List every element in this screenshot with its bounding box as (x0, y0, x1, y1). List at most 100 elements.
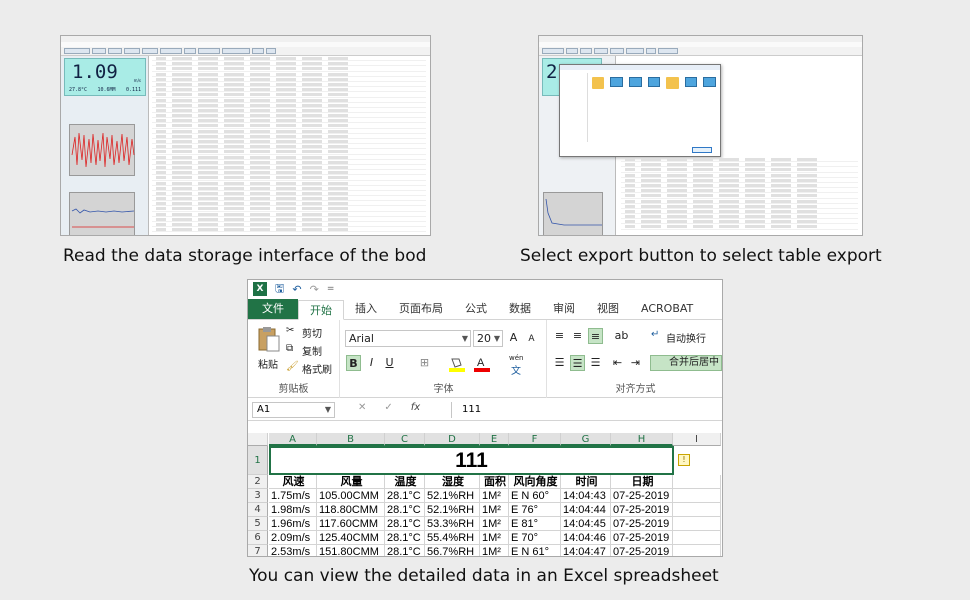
data-cell[interactable]: 1M² (480, 489, 509, 503)
wrap-text-icon[interactable]: ↵ (651, 329, 659, 340)
wrap-text-button[interactable]: 自动换行 (666, 330, 706, 345)
data-cell[interactable]: 14:04:46 (561, 531, 611, 545)
header-cell[interactable]: 风量 (317, 475, 385, 489)
computer-icon[interactable] (647, 77, 661, 87)
header-cell[interactable]: 面积 (480, 475, 509, 489)
data-cell[interactable]: 1.96m/s (269, 517, 317, 531)
name-box[interactable]: A1 ▼ (252, 402, 335, 418)
grow-font-button[interactable]: A (506, 330, 521, 346)
tab-formulas[interactable]: 公式 (454, 299, 498, 319)
cut-button[interactable]: 剪切 (302, 325, 322, 340)
folder-tree-item[interactable] (562, 108, 587, 113)
save-icon[interactable]: 🖫 (275, 280, 284, 299)
data-cell[interactable]: 14:04:44 (561, 503, 611, 517)
row-header[interactable]: 5 (248, 517, 268, 531)
data-cell[interactable]: 55.4%RH (425, 531, 480, 545)
data-cell[interactable]: E N 61° (509, 545, 561, 556)
copy-icon[interactable]: ⧉ (286, 343, 293, 354)
empty-cell[interactable] (673, 489, 721, 503)
scissors-icon[interactable]: ✂ (286, 325, 294, 336)
empty-cell[interactable] (673, 517, 721, 531)
computer-icon[interactable] (629, 77, 642, 87)
font-size-select[interactable]: 20 ▼ (473, 330, 503, 347)
phonetic-label[interactable]: wén (509, 354, 523, 362)
data-cell[interactable]: 1M² (480, 545, 509, 556)
data-cell[interactable]: 125.40CMM (317, 531, 385, 545)
data-cell[interactable]: 1M² (480, 517, 509, 531)
folder-tree[interactable] (562, 73, 588, 142)
data-cell[interactable]: 52.1%RH (425, 489, 480, 503)
folder-icon[interactable] (666, 77, 679, 89)
data-cell[interactable]: 14:04:43 (561, 489, 611, 503)
data-cell[interactable]: 07-25-2019 (611, 517, 673, 531)
confirm-icon[interactable]: ✓ (384, 402, 392, 413)
cancel-icon[interactable]: ✕ (358, 402, 366, 413)
merged-title-cell[interactable]: 111 (269, 446, 674, 475)
font-color-icon[interactable]: A (474, 356, 490, 372)
phonetic-icon[interactable]: 文 (511, 362, 521, 377)
tab-file[interactable]: 文件 (248, 299, 298, 319)
row-header[interactable]: 1 (248, 446, 268, 475)
data-cell[interactable]: 118.80CMM (317, 503, 385, 517)
header-cell[interactable]: 湿度 (425, 475, 480, 489)
header-cell[interactable]: 风速 (269, 475, 317, 489)
data-cell[interactable]: E N 60° (509, 489, 561, 503)
paste-icon[interactable] (258, 326, 280, 352)
data-cell[interactable]: 56.7%RH (425, 545, 480, 556)
copy-button[interactable]: 复制 (302, 343, 322, 358)
decrease-indent-icon[interactable]: ⇤ (610, 355, 625, 371)
data-cell[interactable]: 1.75m/s (269, 489, 317, 503)
data-cell[interactable]: E 81° (509, 517, 561, 531)
empty-cell[interactable] (673, 545, 721, 556)
data-cell[interactable]: 07-25-2019 (611, 489, 673, 503)
data-cell[interactable]: 2.09m/s (269, 531, 317, 545)
select-all-corner[interactable] (248, 433, 268, 446)
data-cell[interactable]: E 70° (509, 531, 561, 545)
borders-icon[interactable]: ⊞ (417, 355, 432, 371)
underline-button[interactable]: U (382, 355, 397, 371)
data-cell[interactable]: 28.1°C (385, 503, 425, 517)
formula-input[interactable]: 111 (451, 402, 718, 418)
data-cell[interactable]: 28.1°C (385, 545, 425, 556)
column-header[interactable]: B (317, 433, 385, 446)
merge-center-button[interactable]: 合并后居中 (650, 355, 722, 371)
column-header[interactable]: H (611, 433, 673, 446)
data-cell[interactable]: 1.98m/s (269, 503, 317, 517)
data-cell[interactable]: 1M² (480, 531, 509, 545)
data-cell[interactable]: 14:04:45 (561, 517, 611, 531)
data-cell[interactable]: 28.1°C (385, 517, 425, 531)
data-cell[interactable]: 07-25-2019 (611, 531, 673, 545)
align-left-icon[interactable]: ☰ (552, 355, 567, 371)
save-file-dialog[interactable] (559, 64, 721, 157)
align-top-icon[interactable]: ≡ (552, 328, 567, 344)
data-cell[interactable]: 07-25-2019 (611, 503, 673, 517)
data-cell[interactable]: 2.53m/s (269, 545, 317, 556)
column-header[interactable]: F (509, 433, 561, 446)
data-cell[interactable]: 28.1°C (385, 489, 425, 503)
warning-icon[interactable]: ! (678, 454, 690, 466)
data-cell[interactable]: 105.00CMM (317, 489, 385, 503)
empty-cell[interactable] (673, 503, 721, 517)
column-header[interactable]: D (425, 433, 480, 446)
redo-icon[interactable]: ↷ (310, 283, 319, 296)
format-painter-button[interactable]: 格式刷 (302, 361, 332, 376)
undo-icon[interactable]: ↶ (292, 283, 301, 296)
align-middle-icon[interactable]: ≡ (570, 328, 585, 344)
bold-button[interactable]: B (346, 355, 361, 371)
header-cell[interactable]: 风向角度 (509, 475, 561, 489)
align-right-icon[interactable]: ☰ (588, 355, 603, 371)
column-header[interactable]: E (480, 433, 509, 446)
insert-function-button[interactable]: fx (411, 402, 420, 413)
dialog-save-button[interactable] (692, 147, 712, 153)
italic-button[interactable]: I (364, 355, 379, 371)
row-header[interactable]: 7 (248, 545, 268, 556)
empty-cell[interactable] (673, 475, 721, 489)
data-cell[interactable]: E 76° (509, 503, 561, 517)
data-cell[interactable]: 151.80CMM (317, 545, 385, 556)
data-cell[interactable]: 53.3%RH (425, 517, 480, 531)
data-cell[interactable]: 52.1%RH (425, 503, 480, 517)
header-cell[interactable]: 日期 (611, 475, 673, 489)
data-cell[interactable]: 1M² (480, 503, 509, 517)
file-list[interactable] (592, 77, 717, 107)
fill-color-icon[interactable] (449, 356, 465, 372)
